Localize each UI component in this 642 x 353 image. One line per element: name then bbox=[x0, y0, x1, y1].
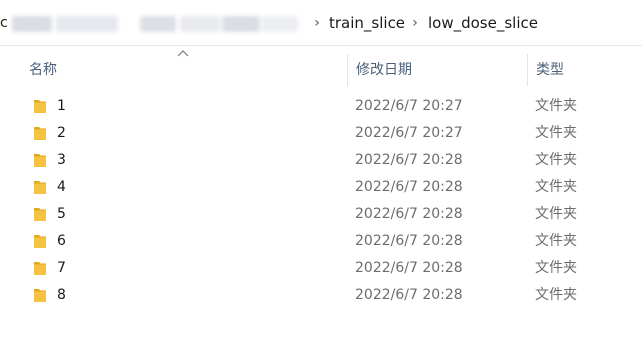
file-explorer-window: c › train_slice › low_dose_slice 名称 修改日期… bbox=[0, 0, 642, 353]
file-type: 文件夹 bbox=[535, 260, 577, 276]
file-name: 5 bbox=[57, 206, 66, 222]
file-name: 2 bbox=[57, 125, 66, 141]
file-name: 8 bbox=[57, 287, 66, 303]
chevron-right-icon[interactable]: › bbox=[312, 14, 322, 32]
chevron-right-icon[interactable]: › bbox=[410, 14, 420, 32]
folder-icon bbox=[33, 260, 47, 276]
column-header-date[interactable]: 修改日期 bbox=[347, 54, 527, 86]
list-item[interactable]: 3 2022/6/7 20:28 文件夹 bbox=[0, 147, 642, 174]
file-type: 文件夹 bbox=[535, 233, 577, 249]
folder-icon bbox=[33, 152, 47, 168]
folder-icon bbox=[33, 233, 47, 249]
redacted-path bbox=[4, 10, 304, 36]
file-date: 2022/6/7 20:28 bbox=[355, 179, 463, 195]
file-type: 文件夹 bbox=[535, 125, 577, 141]
file-type: 文件夹 bbox=[535, 287, 577, 303]
folder-icon bbox=[33, 179, 47, 195]
address-bar[interactable]: c › train_slice › low_dose_slice bbox=[0, 0, 642, 46]
file-name: 1 bbox=[57, 98, 66, 114]
file-date: 2022/6/7 20:27 bbox=[355, 98, 463, 114]
list-item[interactable]: 4 2022/6/7 20:28 文件夹 bbox=[0, 174, 642, 201]
file-date: 2022/6/7 20:28 bbox=[355, 260, 463, 276]
folder-icon bbox=[33, 125, 47, 141]
file-type: 文件夹 bbox=[535, 152, 577, 168]
file-date: 2022/6/7 20:28 bbox=[355, 233, 463, 249]
list-item[interactable]: 8 2022/6/7 20:28 文件夹 bbox=[0, 282, 642, 309]
list-item[interactable]: 1 2022/6/7 20:27 文件夹 bbox=[0, 93, 642, 120]
breadcrumb-item-low-dose-slice[interactable]: low_dose_slice bbox=[428, 13, 538, 33]
column-header-name[interactable]: 名称 bbox=[20, 54, 347, 86]
folder-icon bbox=[33, 206, 47, 222]
file-name: 6 bbox=[57, 233, 66, 249]
file-type: 文件夹 bbox=[535, 206, 577, 222]
folder-icon bbox=[33, 287, 47, 303]
list-item[interactable]: 7 2022/6/7 20:28 文件夹 bbox=[0, 255, 642, 282]
file-date: 2022/6/7 20:28 bbox=[355, 206, 463, 222]
list-item[interactable]: 6 2022/6/7 20:28 文件夹 bbox=[0, 228, 642, 255]
file-type: 文件夹 bbox=[535, 98, 577, 114]
breadcrumb-item-train-slice[interactable]: train_slice bbox=[329, 13, 405, 33]
file-date: 2022/6/7 20:27 bbox=[355, 125, 463, 141]
file-date: 2022/6/7 20:28 bbox=[355, 152, 463, 168]
column-headers: 名称 修改日期 类型 bbox=[0, 54, 642, 86]
list-item[interactable]: 2 2022/6/7 20:27 文件夹 bbox=[0, 120, 642, 147]
column-header-type[interactable]: 类型 bbox=[527, 54, 642, 86]
list-item[interactable]: 5 2022/6/7 20:28 文件夹 bbox=[0, 201, 642, 228]
file-name: 4 bbox=[57, 179, 66, 195]
file-type: 文件夹 bbox=[535, 179, 577, 195]
file-date: 2022/6/7 20:28 bbox=[355, 287, 463, 303]
file-name: 7 bbox=[57, 260, 66, 276]
file-list: 1 2022/6/7 20:27 文件夹 2 2022/6/7 20:27 文件… bbox=[0, 93, 642, 309]
file-name: 3 bbox=[57, 152, 66, 168]
folder-icon bbox=[33, 98, 47, 114]
